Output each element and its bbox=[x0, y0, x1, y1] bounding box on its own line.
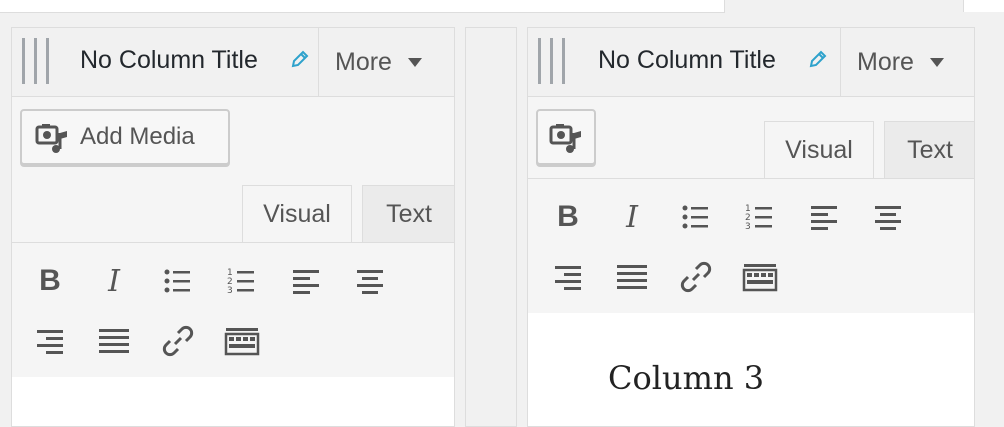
pencil-edit-icon[interactable] bbox=[808, 49, 828, 69]
column-header: No Column Title More bbox=[528, 28, 974, 97]
tab-text[interactable]: Text bbox=[362, 185, 454, 242]
justify-icon[interactable] bbox=[92, 319, 136, 363]
align-left-icon[interactable] bbox=[284, 259, 328, 303]
svg-text:3: 3 bbox=[745, 222, 751, 232]
numbered-list-icon[interactable]: 123 bbox=[220, 259, 264, 303]
editor-text: Column 3 bbox=[608, 359, 765, 397]
bulleted-list-icon[interactable] bbox=[674, 195, 718, 239]
justify-icon[interactable] bbox=[610, 255, 654, 299]
link-icon[interactable] bbox=[674, 255, 718, 299]
drag-handle-icon[interactable] bbox=[538, 38, 568, 84]
media-tab-area: Visual Text bbox=[528, 97, 974, 178]
link-icon[interactable] bbox=[156, 319, 200, 363]
more-label: More bbox=[857, 47, 914, 76]
media-icon bbox=[35, 124, 67, 153]
caret-down-icon bbox=[407, 57, 422, 67]
align-left-icon[interactable] bbox=[802, 195, 846, 239]
top-strip bbox=[0, 0, 1004, 14]
pencil-edit-icon[interactable] bbox=[290, 49, 310, 69]
drag-handle-icon[interactable] bbox=[22, 38, 52, 84]
add-media-button[interactable]: Add Media bbox=[20, 109, 230, 165]
editor-toolbar: B I 123 bbox=[12, 242, 454, 378]
column-3: No Column Title More Visual Text B I 1 2… bbox=[527, 27, 975, 427]
column-2-placeholder bbox=[465, 27, 517, 427]
align-right-icon[interactable] bbox=[28, 319, 72, 363]
align-center-icon[interactable] bbox=[348, 259, 392, 303]
bold-icon[interactable]: B bbox=[546, 195, 590, 239]
bulleted-list-icon[interactable] bbox=[156, 259, 200, 303]
column-1: No Column Title More Add Media Visual Te… bbox=[11, 27, 455, 427]
caret-down-icon bbox=[929, 57, 944, 67]
numbered-list-icon[interactable]: 123 bbox=[738, 195, 782, 239]
editor-toolbar: B I 123 bbox=[528, 178, 974, 314]
tab-visual[interactable]: Visual bbox=[242, 185, 352, 242]
italic-icon[interactable]: I bbox=[92, 259, 136, 303]
bold-icon[interactable]: B bbox=[28, 259, 72, 303]
column-header: No Column Title More bbox=[12, 28, 454, 97]
svg-text:3: 3 bbox=[227, 286, 233, 296]
tab-visual[interactable]: Visual bbox=[764, 121, 874, 178]
align-center-icon[interactable] bbox=[866, 195, 910, 239]
column-title: No Column Title bbox=[598, 46, 776, 74]
toolbar-toggle-icon[interactable] bbox=[220, 319, 264, 363]
more-label: More bbox=[335, 47, 392, 76]
add-media-label: Add Media bbox=[80, 123, 195, 150]
tab-text[interactable]: Text bbox=[884, 121, 974, 178]
align-right-icon[interactable] bbox=[546, 255, 590, 299]
column-title: No Column Title bbox=[80, 46, 258, 74]
editor-content-area[interactable] bbox=[12, 377, 454, 426]
more-menu-button[interactable]: More bbox=[840, 28, 974, 96]
italic-icon[interactable]: I bbox=[610, 195, 654, 239]
media-tab-area: Add Media Visual Text bbox=[12, 97, 454, 242]
toolbar-toggle-icon[interactable] bbox=[738, 255, 782, 299]
media-icon bbox=[549, 124, 581, 153]
more-menu-button[interactable]: More bbox=[318, 28, 454, 96]
add-media-button[interactable] bbox=[536, 109, 596, 165]
